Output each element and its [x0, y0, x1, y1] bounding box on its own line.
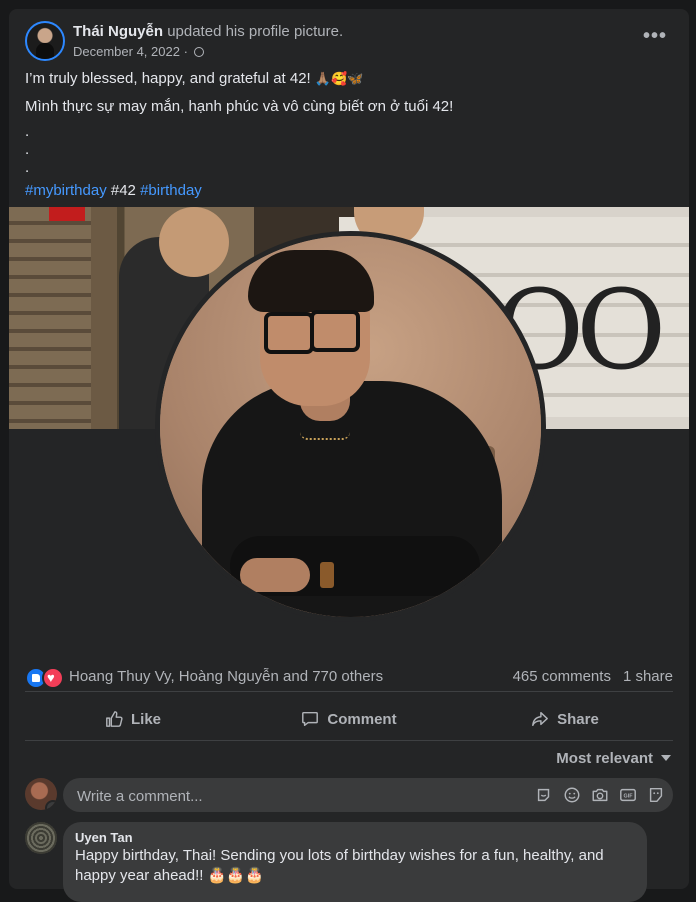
- date-separator: ·: [183, 44, 188, 59]
- current-user-avatar[interactable]: [25, 778, 57, 810]
- gif-icon[interactable]: GIF: [619, 786, 637, 804]
- like-button[interactable]: Like: [25, 698, 241, 740]
- emoji-sequence: 🙏🏽🥰🦋: [314, 71, 364, 86]
- cover-stairs: [9, 207, 99, 429]
- post-line-dot: .: [25, 141, 30, 158]
- hashtag-mybirthday[interactable]: #mybirthday: [25, 182, 107, 199]
- composer-icons: GIF: [525, 786, 665, 804]
- hashtag-birthday[interactable]: #birthday: [140, 182, 202, 199]
- comment-label: Comment: [327, 710, 397, 728]
- comment-icon: [302, 711, 319, 727]
- comment-composer[interactable]: GIF: [63, 778, 673, 814]
- reactions-bar: Hoang Thuy Vy, Hoàng Nguyễn and 770 othe…: [25, 665, 673, 689]
- profile-photo[interactable]: [155, 231, 546, 622]
- reactor-names[interactable]: Hoang Thuy Vy, Hoàng Nguyễn and 770 othe…: [69, 668, 383, 685]
- share-button[interactable]: Share: [457, 698, 673, 740]
- commenter-name[interactable]: Uyen Tan: [75, 830, 133, 845]
- more-options-button[interactable]: •••: [641, 26, 669, 55]
- divider: [25, 691, 673, 692]
- comment-count[interactable]: 465 comments: [513, 668, 611, 685]
- hashtag-42: #42: [110, 182, 136, 199]
- like-label: Like: [130, 710, 161, 728]
- share-count[interactable]: 1 share: [623, 668, 673, 685]
- author-name[interactable]: Thái Nguyễn: [73, 23, 163, 40]
- author-avatar[interactable]: [25, 21, 65, 61]
- avatar-sticker-icon[interactable]: [535, 786, 553, 804]
- love-icon[interactable]: [42, 667, 64, 689]
- photo-hand: [240, 558, 310, 592]
- post-line-dot: .: [25, 123, 30, 140]
- post-line-en: I’m truly blessed, happy, and grateful a…: [25, 70, 364, 87]
- sticker-icon[interactable]: [647, 786, 665, 804]
- divider: [25, 740, 673, 741]
- post-hashtags: #mybirthday #42 #birthday: [25, 179, 673, 202]
- photo-necklace: [300, 432, 350, 440]
- emoji-icon[interactable]: [563, 786, 581, 804]
- comment-text: Happy birthday, Thai! Sending you lots o…: [75, 847, 604, 884]
- thumbs-up-icon: [106, 711, 123, 727]
- post-line-dot: .: [25, 159, 30, 176]
- svg-text:GIF: GIF: [624, 794, 634, 800]
- caret-down-icon: [661, 755, 671, 761]
- engagement-counts: 465 comments 1 share: [513, 668, 673, 685]
- post-header: Thái Nguyễn updated his profile picture.…: [25, 21, 673, 65]
- cover-post: [91, 207, 117, 429]
- post-text: I’m truly blessed, happy, and grateful a…: [25, 67, 673, 207]
- commenter-avatar[interactable]: [25, 822, 57, 854]
- share-icon: [532, 711, 549, 727]
- photo-glasses: [264, 312, 314, 354]
- comment-bubble: Uyen Tan Happy birthday, Thai! Sending y…: [63, 822, 647, 902]
- sort-label: Most relevant: [556, 750, 653, 767]
- globe-icon: [193, 47, 204, 57]
- comment-button[interactable]: Comment: [241, 698, 457, 740]
- comment-sort-dropdown[interactable]: Most relevant: [556, 750, 671, 767]
- comment-input[interactable]: [75, 778, 519, 814]
- post-line-vi: Mình thực sự may mắn, hạnh phúc và vô cù…: [25, 98, 454, 115]
- photo-hair: [248, 250, 374, 312]
- cover-red-detail: [49, 207, 85, 221]
- post-action-text: updated his profile picture.: [167, 23, 344, 40]
- share-label: Share: [557, 710, 599, 728]
- profile-picture-update[interactable]: OO: [9, 207, 689, 657]
- action-bar: Like Comment Share: [25, 698, 673, 740]
- post-date[interactable]: December 4, 2022: [73, 44, 180, 59]
- camera-icon[interactable]: [591, 786, 609, 804]
- post-meta: December 4, 2022 ·: [73, 44, 204, 59]
- post-card: Thái Nguyễn updated his profile picture.…: [9, 9, 689, 902]
- photo-watch: [320, 562, 334, 588]
- post-title-line: Thái Nguyễn updated his profile picture.: [73, 23, 343, 40]
